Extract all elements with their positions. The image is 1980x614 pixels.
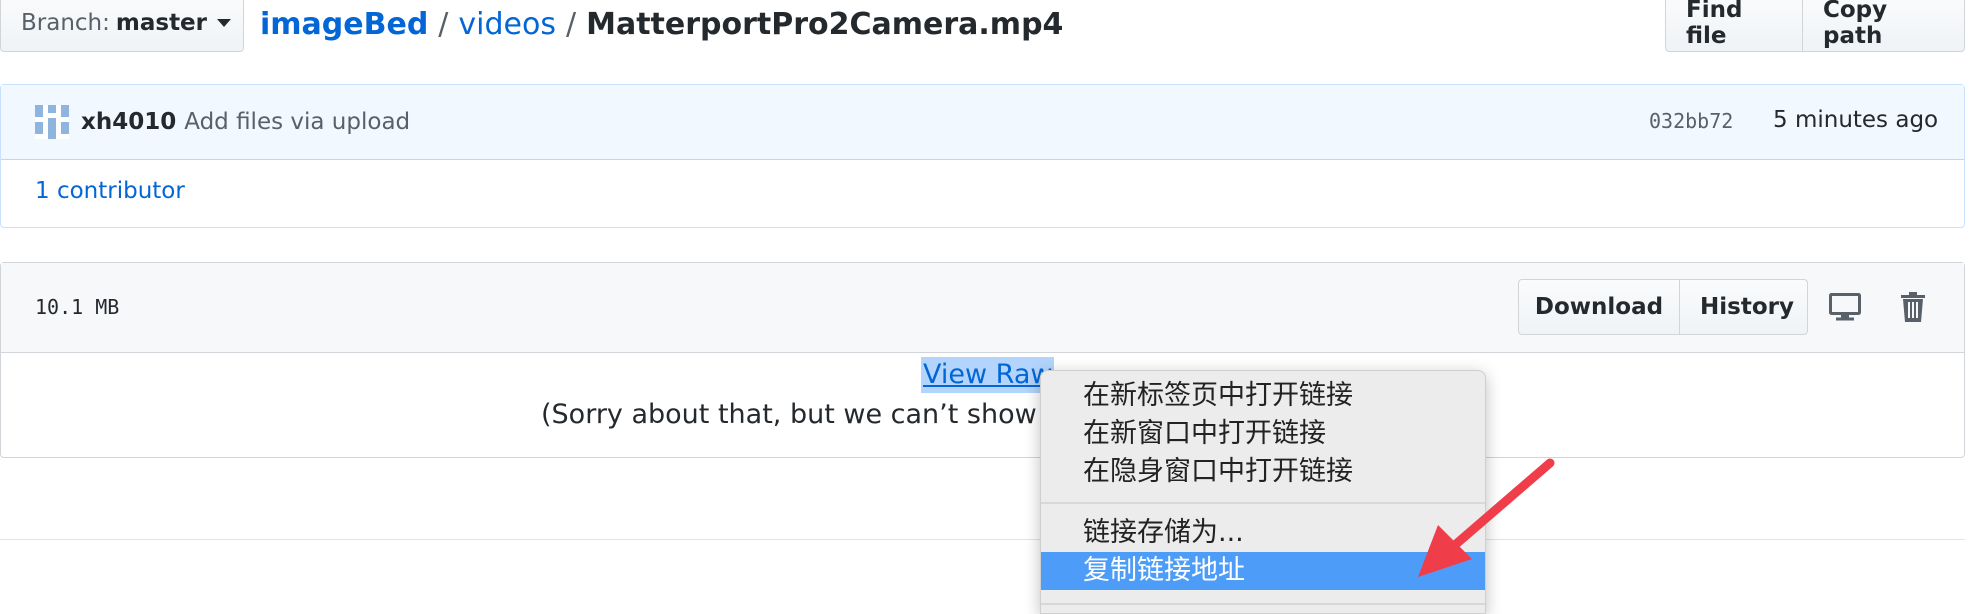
contributors-text: contributor [56, 178, 185, 204]
trash-icon[interactable] [1891, 285, 1935, 329]
breadcrumb-separator: / [438, 6, 449, 42]
branch-selector-button[interactable]: Branch: master [0, 0, 244, 52]
breadcrumb-repo-link[interactable]: imageBed [260, 7, 428, 42]
copy-path-button[interactable]: Copy path [1802, 0, 1964, 51]
breadcrumb-file-name: MatterportPro2Camera.mp4 [586, 6, 1064, 42]
breadcrumb: imageBed / videos / MatterportPro2Camera… [260, 4, 1063, 44]
file-preview-notice: (Sorry about that, but we can’t show fil [541, 399, 1041, 430]
contributors-count: 1 [35, 178, 50, 204]
history-button[interactable]: History [1679, 280, 1807, 334]
file-size: 10.1 MB [35, 295, 120, 319]
file-viewer: 10.1 MB Download History View Raw (Sorry [0, 262, 1965, 458]
file-navigation-bar: Branch: master imageBed / videos / Matte… [0, 0, 1980, 60]
file-header: 10.1 MB Download History [1, 263, 1964, 353]
contributors-link[interactable]: 1 contributor [35, 178, 185, 204]
commit-relative-time: 5 minutes ago [1773, 107, 1939, 133]
file-actions-group: Find file Copy path [1665, 0, 1965, 52]
caret-down-icon [217, 19, 232, 27]
file-header-actions: Download History [1518, 279, 1808, 335]
download-button[interactable]: Download [1519, 280, 1679, 334]
annotation-arrow-icon [1418, 458, 1555, 577]
menu-separator [1041, 603, 1485, 605]
commit-message-link[interactable]: Add files via upload [184, 109, 410, 135]
commit-tease-box: xh4010 Add files via upload 032bb72 5 mi… [0, 84, 1965, 228]
view-raw-link[interactable]: View Raw [921, 357, 1055, 393]
commit-author-link[interactable]: xh4010 [81, 109, 176, 135]
menu-item-open-new-window[interactable]: 在新窗口中打开链接 [1041, 415, 1485, 453]
breadcrumb-dir-link[interactable]: videos [458, 7, 556, 42]
branch-label: Branch: [21, 10, 110, 36]
commit-sha-link[interactable]: 032bb72 [1649, 109, 1733, 133]
branch-name: master [115, 10, 208, 36]
breadcrumb-separator: / [565, 6, 577, 42]
menu-item-open-new-tab[interactable]: 在新标签页中打开链接 [1041, 377, 1485, 415]
identicon-avatar[interactable] [35, 105, 69, 139]
divider [0, 539, 1965, 540]
latest-commit-row: xh4010 Add files via upload 032bb72 5 mi… [1, 85, 1964, 160]
desktop-icon[interactable] [1823, 285, 1867, 329]
find-file-button[interactable]: Find file [1666, 0, 1802, 51]
